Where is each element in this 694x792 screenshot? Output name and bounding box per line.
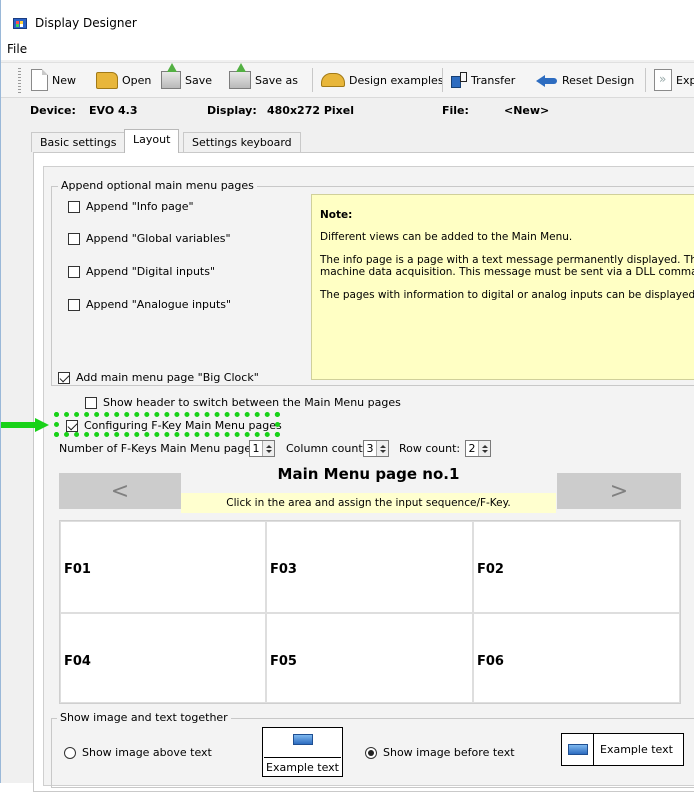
new-button[interactable]: New [31, 66, 76, 94]
column-count-spinner[interactable]: 3 [363, 440, 389, 457]
display-value: 480x272 Pixel [267, 104, 355, 117]
image-text-group-title: Show image and text together [57, 711, 231, 724]
assign-hint: Click in the area and assign the input s… [181, 493, 556, 513]
checkbox-box[interactable] [85, 396, 97, 409]
reset-design-button[interactable]: Reset Design [536, 66, 634, 94]
toolbar-separator [312, 68, 313, 92]
image-icon [568, 744, 588, 755]
design-examples-icon [321, 73, 345, 87]
export-icon [654, 69, 672, 91]
column-count-label: Column count: [286, 442, 367, 455]
note-line: The pages with information to digital or… [320, 289, 694, 301]
tab-settings-keyboard[interactable]: Settings keyboard [183, 132, 301, 152]
image-slot [562, 734, 594, 765]
prev-page-button[interactable]: < [59, 473, 181, 509]
row-count-spinner[interactable]: 2 [465, 440, 491, 457]
note-title: Note: [320, 209, 353, 221]
app-icon [13, 18, 27, 29]
image-before-example: Example text [561, 733, 684, 766]
checkbox-box[interactable] [68, 298, 80, 311]
menu-bar [1, 38, 694, 60]
image-icon [293, 734, 313, 745]
save-button[interactable]: Save [161, 63, 212, 94]
toolbar-separator [645, 68, 646, 92]
checkbox-box[interactable] [68, 200, 80, 213]
spinner-arrows-icon[interactable] [478, 441, 490, 456]
fkey-grid: F01 F03 F02 F04 F05 F06 [59, 520, 681, 704]
checkbox-box[interactable] [68, 265, 80, 278]
page-title: Main Menu page no.1 [277, 465, 460, 483]
fkey-cell-f03[interactable]: F03 [266, 521, 473, 613]
pointer-arrow-icon [1, 418, 49, 432]
save-as-icon [229, 63, 251, 89]
append-analogue-inputs-checkbox[interactable]: Append "Analogue inputs" [68, 298, 231, 311]
transfer-icon [451, 72, 467, 88]
device-label: Device: [30, 104, 76, 117]
design-examples-button[interactable]: Design examples [321, 66, 444, 94]
spinner-arrows-icon[interactable] [376, 441, 388, 456]
next-page-button[interactable]: > [557, 473, 681, 509]
open-button[interactable]: Open [96, 66, 151, 94]
transfer-button[interactable]: Transfer [451, 66, 515, 94]
radio-circle[interactable] [365, 746, 377, 759]
folder-open-icon [96, 71, 118, 89]
show-header-checkbox[interactable]: Show header to switch between the Main M… [85, 396, 401, 409]
fkey-pages-spinner[interactable]: 1 [249, 440, 275, 457]
big-clock-checkbox[interactable]: Add main menu page "Big Clock" [58, 371, 259, 384]
tab-layout[interactable]: Layout [124, 129, 180, 153]
save-icon [161, 63, 181, 89]
fkey-cell-f06[interactable]: F06 [473, 613, 680, 703]
fkey-cell-f04[interactable]: F04 [60, 613, 266, 703]
reset-arrow-icon [536, 73, 558, 87]
checkbox-box[interactable] [68, 232, 80, 245]
export-button[interactable]: Exp [654, 66, 694, 94]
image-above-example: Example text [262, 727, 343, 777]
note-line: The info page is a page with a text mess… [320, 254, 694, 266]
append-pages-group-title: Append optional main menu pages [58, 179, 257, 192]
menu-file[interactable]: File [7, 42, 27, 56]
device-value: EVO 4.3 [89, 104, 138, 117]
highlight-frame [54, 412, 280, 437]
note-line: machine data acquisition. This message m… [320, 266, 694, 278]
note-line: Different views can be added to the Main… [320, 231, 573, 243]
show-image-before-radio[interactable]: Show image before text [365, 746, 515, 759]
fkey-cell-f01[interactable]: F01 [60, 521, 266, 613]
radio-circle[interactable] [64, 746, 76, 759]
fkey-pages-label: Number of F-Keys Main Menu pages: [59, 442, 261, 455]
toolbar-grip[interactable] [18, 68, 21, 94]
window-title: Display Designer [35, 16, 137, 30]
append-digital-inputs-checkbox[interactable]: Append "Digital inputs" [68, 265, 215, 278]
device-info-bar: Device: EVO 4.3 Display: 480x272 Pixel F… [1, 98, 694, 120]
file-value: <New> [504, 104, 550, 117]
app-window: Display Designer File New Open Save Save… [0, 0, 694, 792]
new-document-icon [31, 69, 48, 91]
show-image-above-radio[interactable]: Show image above text [64, 746, 212, 759]
append-info-page-checkbox[interactable]: Append "Info page" [68, 200, 194, 213]
tab-basic-settings[interactable]: Basic settings [31, 132, 126, 152]
append-global-variables-checkbox[interactable]: Append "Global variables" [68, 232, 231, 245]
file-label: File: [442, 104, 469, 117]
display-label: Display: [207, 104, 257, 117]
note-box: Note: Different views can be added to th… [311, 194, 694, 380]
save-as-button[interactable]: Save as [229, 63, 298, 94]
row-count-label: Row count: [399, 442, 461, 455]
fkey-cell-f02[interactable]: F02 [473, 521, 680, 613]
spinner-arrows-icon[interactable] [262, 441, 274, 456]
fkey-cell-f05[interactable]: F05 [266, 613, 473, 703]
toolbar-separator [442, 68, 443, 92]
checkbox-box[interactable] [58, 371, 70, 384]
